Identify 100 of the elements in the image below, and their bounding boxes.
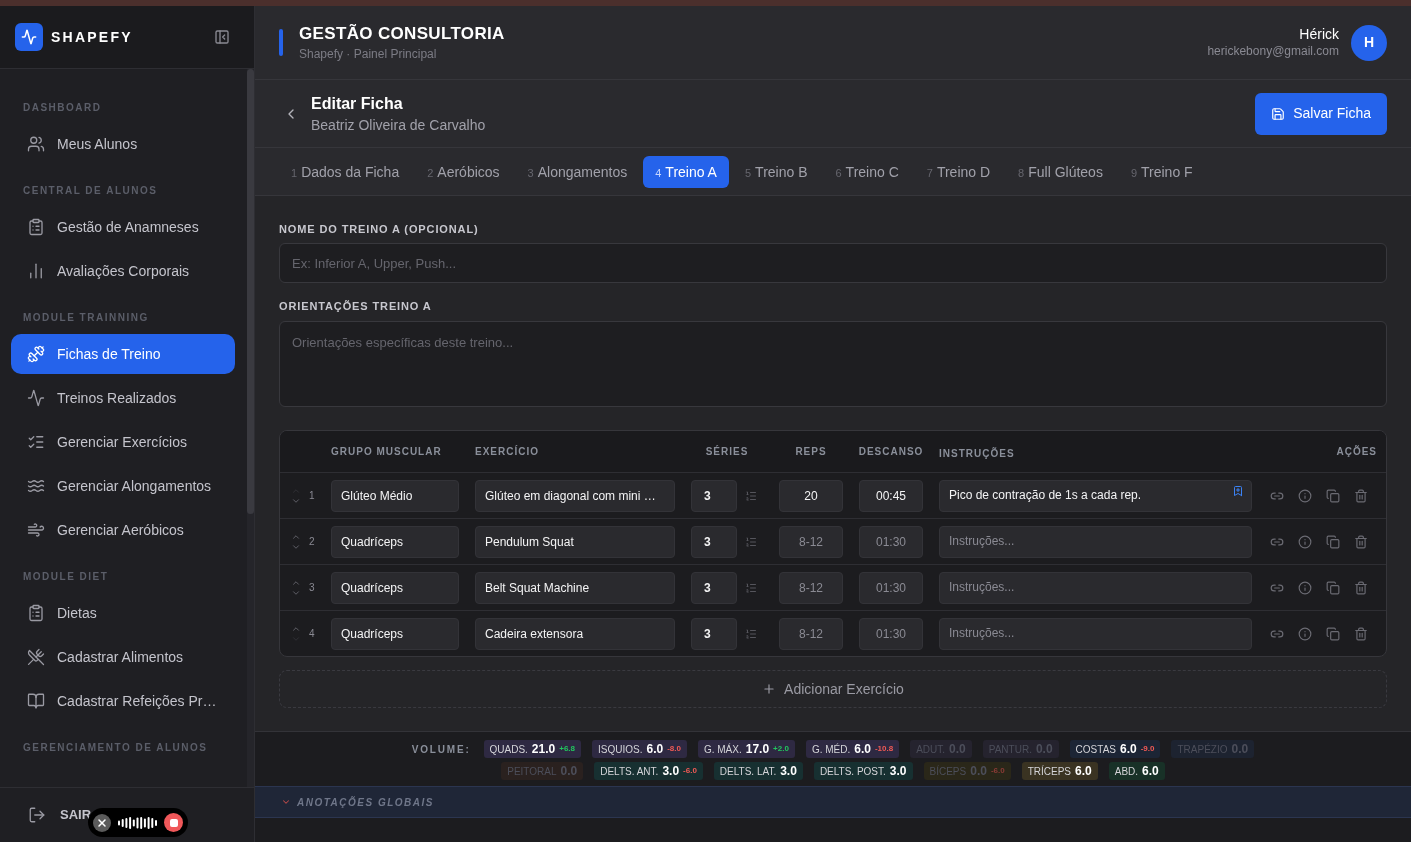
tab[interactable]: 8 Full Glúteos xyxy=(1006,155,1115,188)
instructions-field[interactable]: Pico de contração de 1s a cada rep. xyxy=(939,479,1252,512)
exercise-field[interactable]: Pendulum Squat xyxy=(475,525,675,558)
reps-field[interactable]: 8-12 xyxy=(779,525,843,558)
tab[interactable]: 5 Treino B xyxy=(732,155,820,188)
clipboard-icon xyxy=(27,604,45,622)
dumbbell-icon xyxy=(27,345,45,363)
sidebar-item[interactable]: Meus Alunos xyxy=(11,124,235,164)
sidebar-item[interactable]: Treinos Realizados xyxy=(11,378,235,418)
add-exercise-button[interactable]: Adicionar Exercício xyxy=(279,670,1387,708)
copy-icon[interactable] xyxy=(1326,488,1340,503)
panel-left-icon[interactable] xyxy=(214,29,230,45)
sets-field[interactable]: 3 xyxy=(691,479,737,512)
section-label: DASHBOARD xyxy=(22,101,103,115)
editor-title: Editar Ficha xyxy=(311,93,404,114)
sidebar-item[interactable]: Dietas xyxy=(11,593,235,633)
rest-field[interactable]: 01:30 xyxy=(859,571,923,604)
info-icon[interactable] xyxy=(1298,488,1312,503)
muscle-group-field[interactable]: Glúteo Médio xyxy=(331,479,459,512)
field-label: NOME DO TREINO A (OPCIONAL) xyxy=(279,222,480,236)
user-email: herickebony@gmail.com xyxy=(1207,44,1339,59)
save-button[interactable]: Salvar Ficha xyxy=(1255,92,1387,135)
info-icon[interactable] xyxy=(1298,626,1312,641)
notes-field[interactable]: Orientações específicas deste treino... xyxy=(279,321,1387,407)
brand-name: SHAPEFY xyxy=(51,27,133,47)
sidebar-item[interactable]: Avaliações Corporais xyxy=(11,251,235,291)
bookmark-plus-icon[interactable] xyxy=(1232,484,1244,497)
volume-tag: DELTS. LAT. 3.0 xyxy=(713,762,803,780)
rest-field[interactable]: 00:45 xyxy=(859,479,923,512)
student-name: Beatriz Oliveira de Carvalho xyxy=(311,116,486,134)
volume-tag: ABD. 6.0 xyxy=(1108,762,1165,780)
save-icon xyxy=(1271,106,1286,121)
copy-icon[interactable] xyxy=(1326,580,1340,595)
column-header: EXERCÍCIO xyxy=(475,444,540,459)
row-number: 4 xyxy=(309,627,315,641)
tab[interactable]: 2 Aeróbicos xyxy=(415,155,512,188)
copy-icon[interactable] xyxy=(1326,534,1340,549)
trash-icon[interactable] xyxy=(1354,626,1368,641)
rest-field[interactable]: 01:30 xyxy=(859,617,923,650)
trash-icon[interactable] xyxy=(1354,580,1368,595)
sets-field[interactable]: 3 xyxy=(691,525,737,558)
info-icon[interactable] xyxy=(1298,534,1312,549)
volume-tag: TRÍCEPS 6.0 xyxy=(1021,762,1098,780)
tab[interactable]: 1 Dados da Ficha xyxy=(279,155,412,188)
close-icon[interactable] xyxy=(93,813,111,832)
crossed-utensils-icon xyxy=(27,648,45,666)
tab[interactable]: 4 Treino A xyxy=(643,155,729,188)
logout-item[interactable]: SAIR xyxy=(28,805,92,825)
training-name-field[interactable]: Ex: Inferior A, Upper, Push... xyxy=(279,243,1387,283)
trash-icon[interactable] xyxy=(1354,488,1368,503)
exercise-field[interactable]: Cadeira extensora xyxy=(475,617,675,650)
sets-field[interactable]: 3 xyxy=(691,617,737,650)
muscle-group-field[interactable]: Quadríceps xyxy=(331,617,459,650)
reps-field[interactable]: 8-12 xyxy=(779,571,843,604)
instructions-field[interactable]: Instruções... xyxy=(939,525,1252,558)
volume-tag: DELTS. POST. 3.0 xyxy=(813,762,913,780)
numbered-list-icon[interactable] xyxy=(745,627,757,640)
row-number: 3 xyxy=(309,581,315,595)
trash-icon[interactable] xyxy=(1354,534,1368,549)
sidebar-item[interactable]: Cadastrar Alimentos xyxy=(11,637,235,677)
exercise-field[interactable]: Belt Squat Machine xyxy=(475,571,675,604)
sidebar-item[interactable]: Cadastrar Refeições Pr… xyxy=(11,681,235,721)
instructions-field[interactable]: Instruções... xyxy=(939,617,1252,650)
muscle-group-field[interactable]: Quadríceps xyxy=(331,571,459,604)
sidebar-item[interactable]: Gerenciar Exercícios xyxy=(11,422,235,462)
instructions-field[interactable]: Instruções... xyxy=(939,571,1252,604)
info-icon[interactable] xyxy=(1298,580,1312,595)
copy-icon[interactable] xyxy=(1326,626,1340,641)
column-header: REPS xyxy=(795,445,827,459)
scrollbar[interactable] xyxy=(247,69,254,787)
tab[interactable]: 7 Treino D xyxy=(914,155,1003,188)
book-icon xyxy=(27,692,45,710)
section-label: MODULE DIET xyxy=(22,570,110,584)
tab[interactable]: 9 Treino F xyxy=(1118,155,1205,188)
exercise-field[interactable]: Glúteo em diagonal com mini … xyxy=(475,479,675,512)
volume-tag: G. MÁX. 17.0 +2.0 xyxy=(697,740,795,758)
column-header: AÇÕES xyxy=(1336,444,1377,459)
sidebar-item[interactable]: Fichas de Treino xyxy=(11,334,235,374)
numbered-list-icon[interactable] xyxy=(745,489,757,502)
volume-tag: G. MÉD. 6.0 -10.8 xyxy=(805,740,900,758)
reps-field[interactable]: 20 xyxy=(779,479,843,512)
row-number: 1 xyxy=(309,489,315,503)
reps-field[interactable]: 8-12 xyxy=(779,617,843,650)
rest-field[interactable]: 01:30 xyxy=(859,525,923,558)
numbered-list-icon[interactable] xyxy=(745,581,757,594)
muscle-group-field[interactable]: Quadríceps xyxy=(331,525,459,558)
numbered-list-icon[interactable] xyxy=(745,535,757,548)
tab[interactable]: 3 Alongamentos xyxy=(515,155,640,188)
sidebar-item[interactable]: Gestão de Anamneses xyxy=(11,207,235,247)
tab[interactable]: 6 Treino C xyxy=(823,155,911,188)
column-header: GRUPO MUSCULAR xyxy=(331,445,443,459)
sidebar-item[interactable]: Gerenciar Alongamentos xyxy=(11,466,235,506)
page-subtitle: Shapefy · Painel Principal xyxy=(299,47,438,61)
sidebar-item[interactable]: Gerenciar Aeróbicos xyxy=(11,510,235,550)
scrollbar-thumb[interactable] xyxy=(247,69,254,514)
user-avatar[interactable]: H xyxy=(1351,24,1387,61)
stop-icon[interactable] xyxy=(164,813,183,832)
volume-tag: DELTS. ANT. 3.0 -6.0 xyxy=(594,762,703,780)
accent-bar xyxy=(279,29,283,56)
sets-field[interactable]: 3 xyxy=(691,571,737,604)
